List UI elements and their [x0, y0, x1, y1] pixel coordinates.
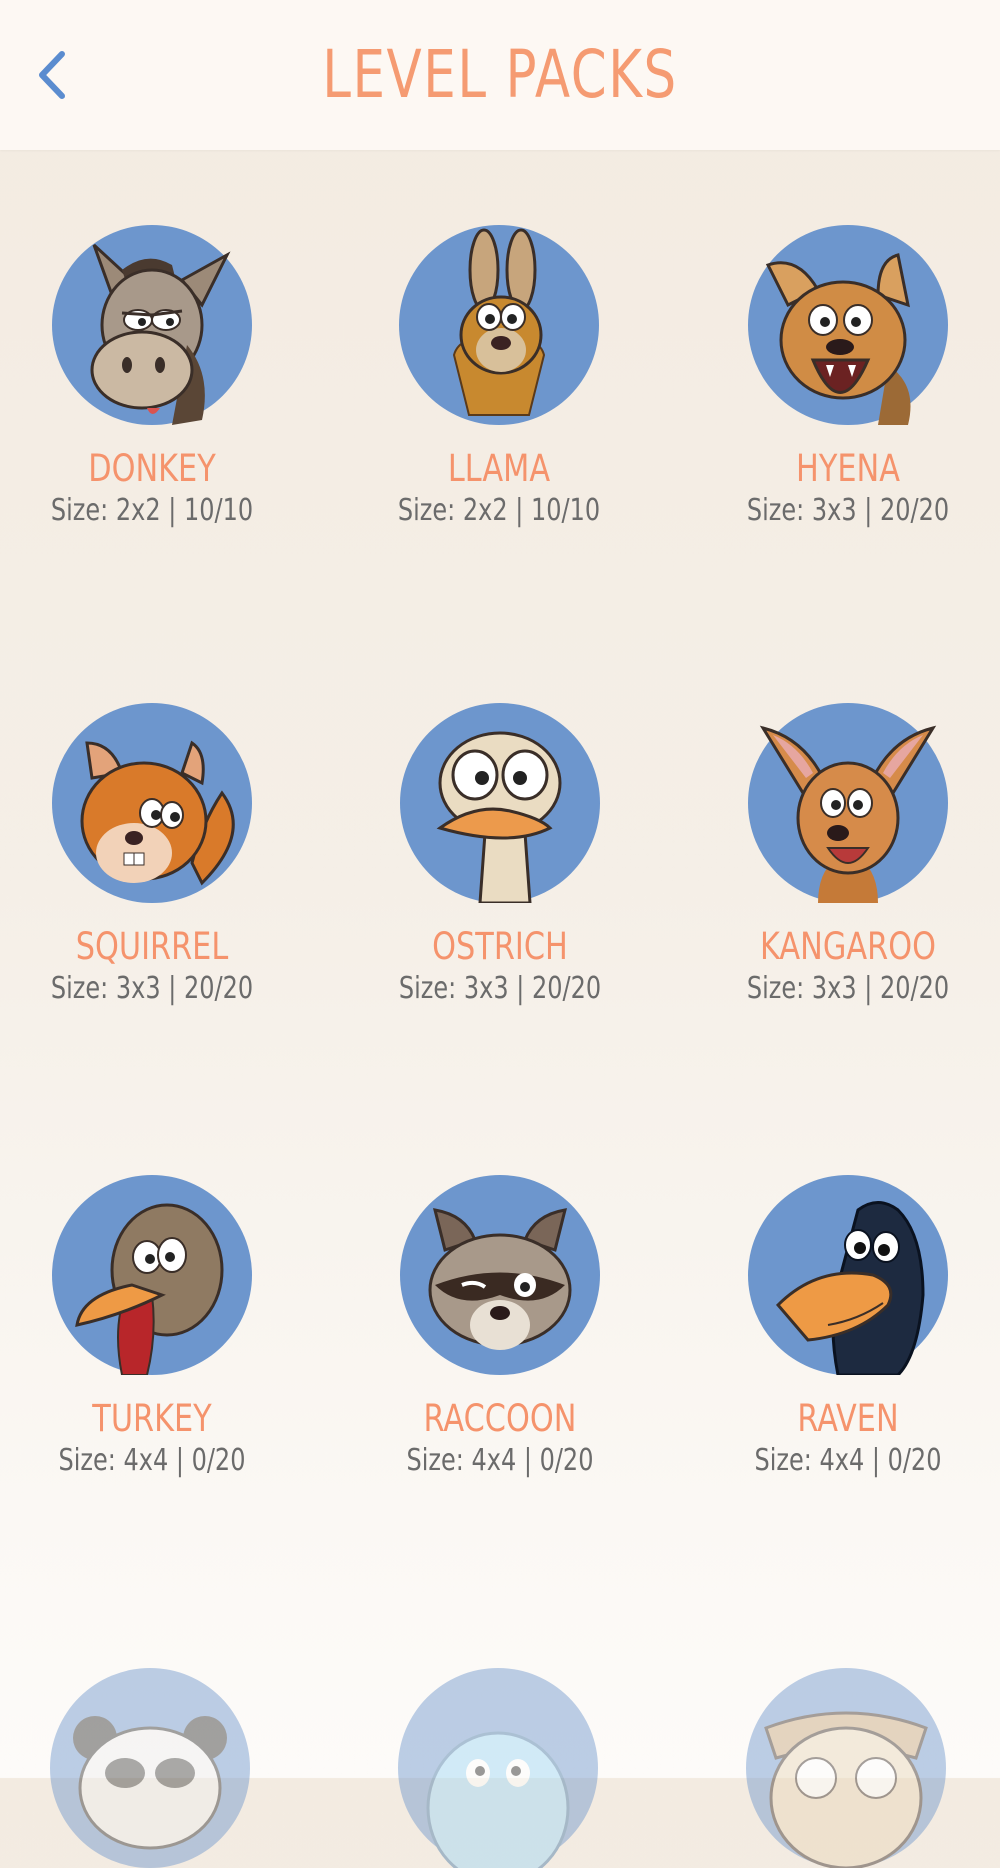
- pack-raven[interactable]: RAVEN Size: 4x4 | 0/20: [718, 1175, 978, 1479]
- pack-name: HYENA: [796, 447, 900, 490]
- pack-panda[interactable]: [20, 1668, 280, 1868]
- blue-creature-avatar-icon: [398, 1668, 598, 1868]
- pack-name: OSTRICH: [432, 925, 568, 968]
- squirrel-avatar-icon: [52, 703, 252, 903]
- pack-hyena[interactable]: HYENA Size: 3x3 | 20/20: [718, 225, 978, 529]
- owl-avatar-icon: [746, 1668, 946, 1868]
- pack-name: KANGAROO: [760, 925, 936, 968]
- header-bar: LEVEL PACKS: [0, 0, 1000, 150]
- pack-name: RACCOON: [423, 1397, 577, 1440]
- pack-llama[interactable]: LLAMA Size: 2x2 | 10/10: [369, 225, 629, 529]
- pack-name: TURKEY: [92, 1397, 212, 1440]
- raccoon-avatar-icon: [400, 1175, 600, 1375]
- pack-info: Size: 3x3 | 20/20: [398, 971, 602, 1006]
- turkey-avatar-icon: [52, 1175, 252, 1375]
- raven-avatar-icon: [748, 1175, 948, 1375]
- pack-donkey[interactable]: DONKEY Size: 2x2 | 10/10: [22, 225, 282, 529]
- hyena-avatar-icon: [748, 225, 948, 425]
- llama-avatar-icon: [399, 225, 599, 425]
- pack-locked-blue[interactable]: [368, 1668, 628, 1868]
- pack-squirrel[interactable]: SQUIRREL Size: 3x3 | 20/20: [22, 703, 282, 1007]
- pack-name: RAVEN: [797, 1397, 899, 1440]
- pack-info: Size: 3x3 | 20/20: [50, 971, 254, 1006]
- back-button[interactable]: [30, 40, 80, 110]
- kangaroo-avatar-icon: [748, 703, 948, 903]
- pack-info: Size: 2x2 | 10/10: [397, 493, 601, 528]
- pack-turkey[interactable]: TURKEY Size: 4x4 | 0/20: [22, 1175, 282, 1479]
- panda-avatar-icon: [50, 1668, 250, 1868]
- pack-owl[interactable]: [716, 1668, 976, 1868]
- pack-info: Size: 3x3 | 20/20: [746, 493, 950, 528]
- pack-info: Size: 4x4 | 0/20: [58, 1443, 246, 1478]
- pack-info: Size: 2x2 | 10/10: [50, 493, 254, 528]
- pack-kangaroo[interactable]: KANGAROO Size: 3x3 | 20/20: [718, 703, 978, 1007]
- pack-info: Size: 4x4 | 0/20: [406, 1443, 594, 1478]
- pack-info: Size: 4x4 | 0/20: [754, 1443, 942, 1478]
- chevron-left-icon: [39, 51, 65, 99]
- ostrich-avatar-icon: [400, 703, 600, 903]
- pack-info: Size: 3x3 | 20/20: [746, 971, 950, 1006]
- pack-ostrich[interactable]: OSTRICH Size: 3x3 | 20/20: [370, 703, 630, 1007]
- page-title: LEVEL PACKS: [322, 36, 678, 113]
- donkey-avatar-icon: [52, 225, 252, 425]
- pack-raccoon[interactable]: RACCOON Size: 4x4 | 0/20: [370, 1175, 630, 1479]
- pack-name: LLAMA: [447, 447, 551, 490]
- pack-name: DONKEY: [88, 447, 216, 490]
- pack-name: SQUIRREL: [75, 925, 229, 968]
